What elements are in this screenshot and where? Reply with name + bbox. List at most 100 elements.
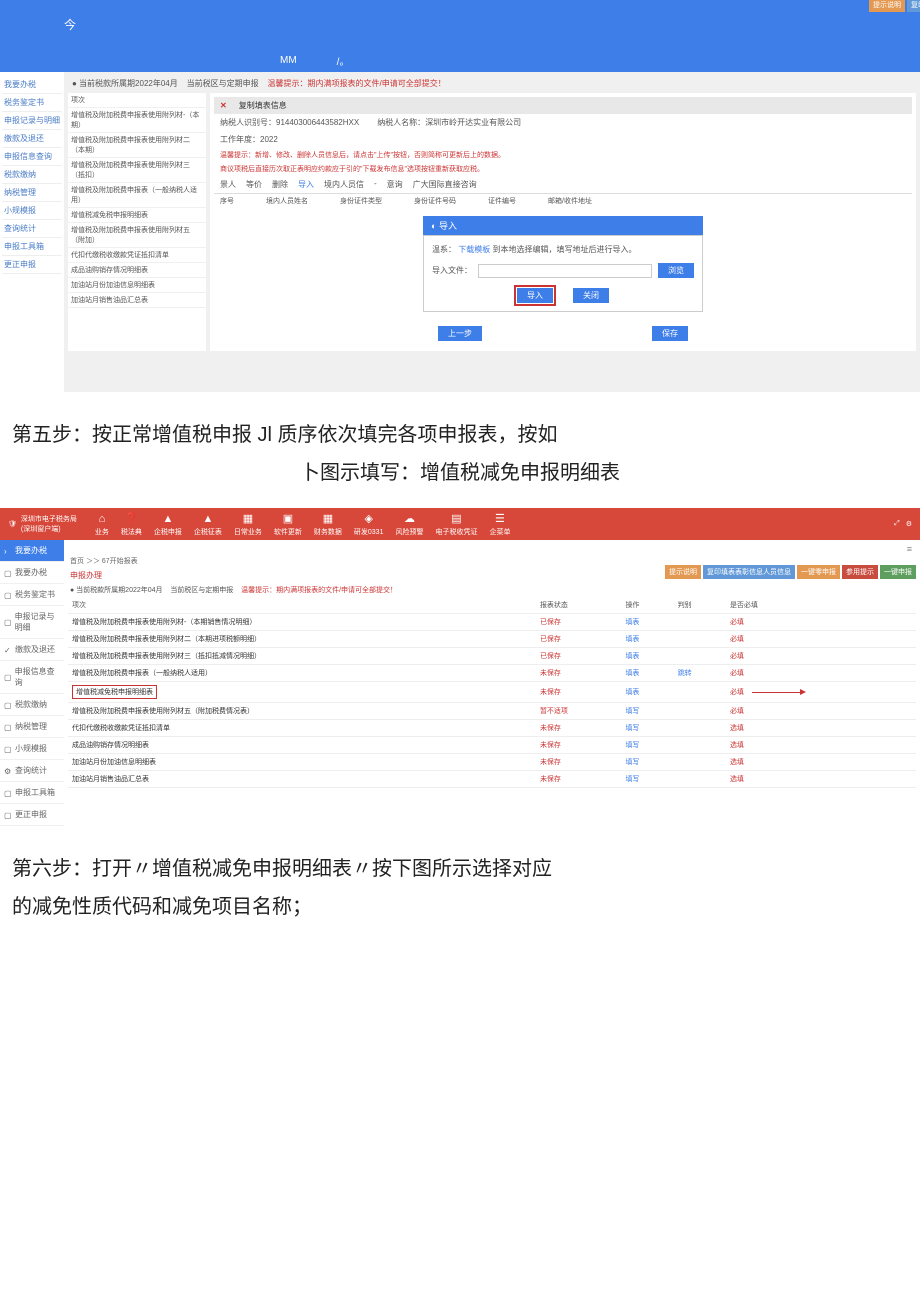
list-item[interactable]: 增值税减免税申报明细表	[68, 208, 206, 223]
list-item[interactable]: 代扣代缴税收缴款凭证抵扣清单	[68, 248, 206, 263]
row-op-link[interactable]: 填表	[621, 665, 673, 682]
prev-button[interactable]: 上一步	[438, 326, 482, 341]
toolbar-item[interactable]: ◈研发0331	[350, 512, 388, 537]
sidebar-item[interactable]: ⚙查询统计	[0, 760, 64, 782]
row-op-link[interactable]: 填表	[621, 648, 673, 665]
toolbar-item[interactable]: ❓税法典	[117, 512, 146, 537]
sidebar-item[interactable]: ✓缴款及退还	[0, 639, 64, 661]
sidebar-item[interactable]: ▢我要办税	[0, 562, 64, 584]
sidebar-item[interactable]: ▢纳税管理	[0, 716, 64, 738]
settings-icon[interactable]: ⚙	[906, 520, 912, 528]
row-jump[interactable]	[674, 754, 726, 771]
list-item[interactable]: 增值税及附加税费申报表使用附列材五（附加）	[68, 223, 206, 248]
sidebar-item[interactable]: 申报工具箱	[2, 238, 62, 256]
op-equiv[interactable]: 等价	[246, 179, 262, 190]
close-icon[interactable]: ✕	[220, 101, 227, 110]
list-item[interactable]: 成品油购销存情况明细表	[68, 263, 206, 278]
sidebar-item[interactable]: ▢小规模报	[0, 738, 64, 760]
toolbar-item[interactable]: ☰企菜单	[485, 512, 514, 537]
op-import[interactable]: 导入	[298, 179, 314, 190]
table-row[interactable]: 增值税及附加税费申报表使用附列材-（本期销售情况明细）已保存填表必填	[68, 614, 916, 631]
op-intl[interactable]: 广大国际直接咨询	[413, 179, 477, 190]
browse-button[interactable]: 浏览	[658, 263, 694, 278]
toolbar-item[interactable]: ▦日常业务	[230, 512, 266, 537]
op-del[interactable]: 删除	[272, 179, 288, 190]
toolbar-item[interactable]: ▤电子税收凭证	[431, 512, 481, 537]
row-op-link[interactable]: 填表	[621, 614, 673, 631]
tab-2[interactable]: /。	[337, 53, 350, 68]
badge-tip[interactable]: 提示说明	[869, 0, 905, 12]
import-button[interactable]: 导入	[517, 288, 553, 303]
table-row[interactable]: 增值税及附加税费申报表使用附列材二（本期进项税额明细）已保存填表必填	[68, 631, 916, 648]
op-query[interactable]: 意询	[387, 179, 403, 190]
sidebar-item[interactable]: 申报记录与明细	[2, 112, 62, 130]
table-row[interactable]: 代扣代缴税收缴款凭证抵扣清单未保存填写选填	[68, 720, 916, 737]
row-jump[interactable]	[674, 703, 726, 720]
toolbar-item[interactable]: ▲企税申报	[150, 512, 186, 537]
row-op-link[interactable]: 填写	[621, 754, 673, 771]
sidebar-item[interactable]: 纳税管理	[2, 184, 62, 202]
toolbar-item[interactable]: ☁风险预警	[391, 512, 427, 537]
row-jump[interactable]: 跳转	[674, 665, 726, 682]
badge-onekey[interactable]: 一键申报	[880, 565, 916, 579]
badge-copy[interactable]: 复印填表表彰信息人员信息	[907, 0, 920, 12]
toolbar-item[interactable]: ▦财务数据	[310, 512, 346, 537]
sidebar-item[interactable]: 小规模报	[2, 202, 62, 220]
download-template-link[interactable]: 下载模板	[458, 245, 490, 254]
sidebar-item[interactable]: ▢申报工具箱	[0, 782, 64, 804]
op-person[interactable]: 境内人员信	[324, 179, 364, 190]
list-item[interactable]: 增值税及附加税费申报表使用附列材三（抵扣）	[68, 158, 206, 183]
sidebar-item-active[interactable]: ›我要办税	[0, 540, 64, 562]
table-row[interactable]: 增值税减免税申报明细表未保存填表必填	[68, 682, 916, 703]
sidebar-item[interactable]: 申报信息查询	[2, 148, 62, 166]
row-jump[interactable]	[674, 631, 726, 648]
list-item[interactable]: 增值税及附加税费申报表使用附列材-（本期）	[68, 108, 206, 133]
tab-1[interactable]: MM	[280, 55, 297, 66]
row-op-link[interactable]: 填写	[621, 703, 673, 720]
table-row[interactable]: 增值税及附加税费申报表使用附列材五（附加税费情况表）暂不适项填写必填	[68, 703, 916, 720]
toolbar-item[interactable]: ▲企税征表	[190, 512, 226, 537]
sidebar-item[interactable]: 更正申报	[2, 256, 62, 274]
badge-tip[interactable]: 提示说明	[665, 565, 701, 579]
sidebar-item[interactable]: ▢申报记录与明细	[0, 606, 64, 639]
list-item[interactable]: 加油站月销售油品汇总表	[68, 293, 206, 308]
badge-zero[interactable]: 一键零申报	[797, 565, 840, 579]
table-row[interactable]: 成品油购销存情况明细表未保存填写选填	[68, 737, 916, 754]
file-input[interactable]	[478, 264, 652, 278]
toolbar-item[interactable]: ⌂业务	[91, 512, 113, 537]
save-button[interactable]: 保存	[652, 326, 688, 341]
row-op-link[interactable]: 填表	[621, 682, 673, 703]
sidebar-item[interactable]: 缴款及退还	[2, 130, 62, 148]
list-item[interactable]: 加油站月份加油信息明细表	[68, 278, 206, 293]
row-op-link[interactable]: 填表	[621, 631, 673, 648]
expand-icon[interactable]: ≡	[68, 544, 916, 554]
row-jump[interactable]	[674, 771, 726, 788]
table-row[interactable]: 增值税及附加税费申报表（一般纳税人适用）未保存填表跳转必填	[68, 665, 916, 682]
row-jump[interactable]	[674, 614, 726, 631]
sidebar-item[interactable]: 查询统计	[2, 220, 62, 238]
row-jump[interactable]	[674, 648, 726, 665]
table-row[interactable]: 加油站月份加油信息明细表未保存填写选填	[68, 754, 916, 771]
badge-ref[interactable]: 参用提示	[842, 565, 878, 579]
sidebar-item[interactable]: ▢税务鉴定书	[0, 584, 64, 606]
row-jump[interactable]	[674, 720, 726, 737]
toolbar-item[interactable]: ▣软件更新	[270, 512, 306, 537]
sidebar-item[interactable]: ▢更正申报	[0, 804, 64, 826]
sidebar-item[interactable]: 我要办税	[2, 76, 62, 94]
list-item[interactable]: 增值税及附加税费申报表使用附列材二（本期）	[68, 133, 206, 158]
row-op-link[interactable]: 填写	[621, 771, 673, 788]
row-op-link[interactable]: 填写	[621, 720, 673, 737]
badge-copy[interactable]: 复印填表表彰信息人员信息	[703, 565, 795, 579]
table-row[interactable]: 增值税及附加税费申报表使用附列材三（抵扣抵减情况明细）已保存填表必填	[68, 648, 916, 665]
sidebar-item[interactable]: 税务鉴定书	[2, 94, 62, 112]
list-item[interactable]: 增值税及附加税费申报表（一般纳税人适用）	[68, 183, 206, 208]
op-add[interactable]: 景人	[220, 179, 236, 190]
close-button[interactable]: 关闭	[573, 288, 609, 303]
expand-icon[interactable]: ⤢	[894, 520, 900, 528]
row-jump[interactable]	[674, 737, 726, 754]
row-op-link[interactable]: 填写	[621, 737, 673, 754]
sidebar-item[interactable]: ▢申报信息查询	[0, 661, 64, 694]
table-row[interactable]: 加油站月销售油品汇总表未保存填写选填	[68, 771, 916, 788]
sidebar-item[interactable]: 税款缴纳	[2, 166, 62, 184]
sidebar-item[interactable]: ▢税款缴纳	[0, 694, 64, 716]
